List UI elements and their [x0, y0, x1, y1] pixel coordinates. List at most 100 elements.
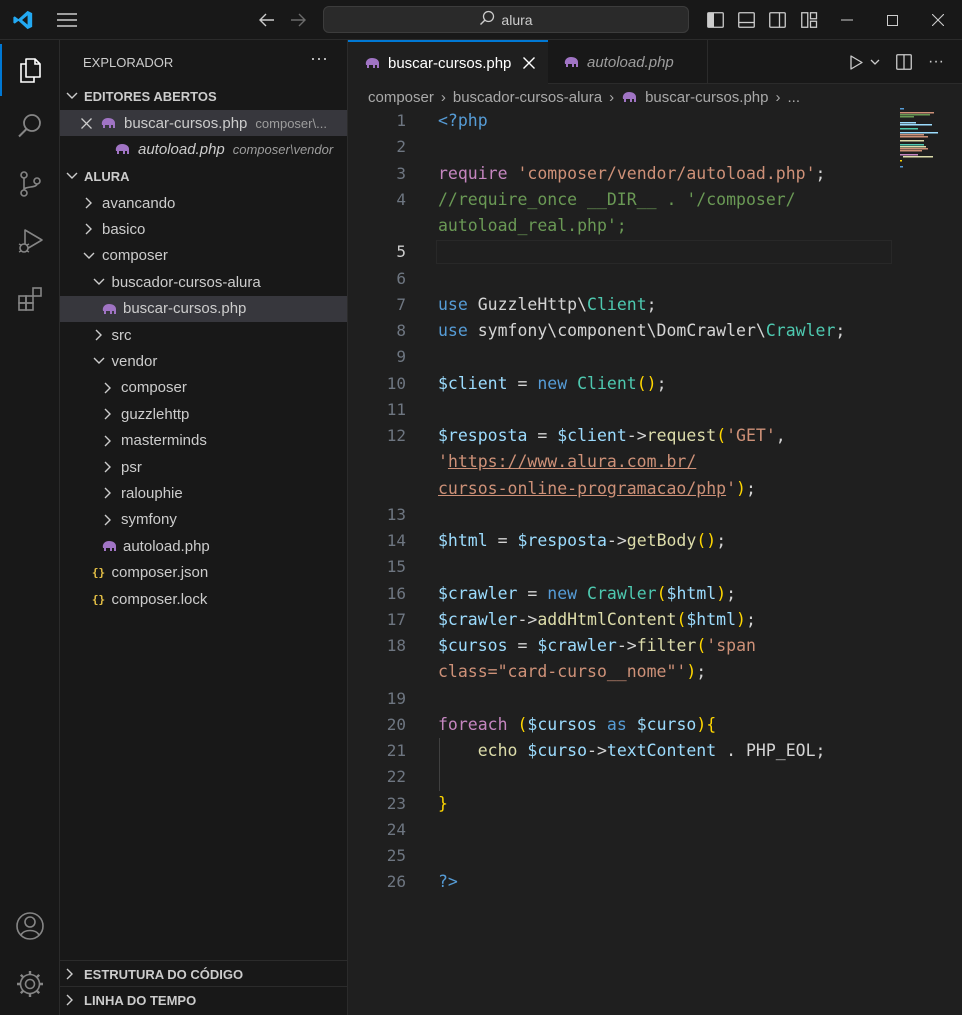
- code-token: =: [507, 636, 538, 655]
- tree-item-label: composer: [121, 379, 187, 397]
- tree-item-masterminds[interactable]: masterminds: [60, 428, 347, 454]
- outline-header: ESTRUTURA DO CÓDIGO: [84, 966, 244, 982]
- code-line: 19: [348, 686, 893, 712]
- close-icon[interactable]: [60, 117, 92, 129]
- customize-layout-icon[interactable]: [799, 0, 819, 40]
- tree-item-ralouphie[interactable]: ralouphie: [60, 480, 347, 506]
- toggle-secondary-sidebar-icon[interactable]: [767, 0, 787, 40]
- code-token: 'composer/vendor/autoload.php': [517, 163, 816, 183]
- toggle-primary-sidebar-icon[interactable]: [705, 0, 725, 40]
- run-debug-icon[interactable]: [0, 216, 60, 266]
- line-number: 18: [386, 636, 406, 655]
- outline-section[interactable]: ESTRUTURA DO CÓDIGO: [60, 960, 348, 987]
- tree-item-composer[interactable]: composer: [60, 375, 347, 401]
- tree-item-guzzlehttp[interactable]: guzzlehttp: [60, 401, 347, 427]
- code-token: echo: [438, 741, 528, 760]
- tree-item-label: composer: [102, 247, 168, 265]
- chevron-right-icon: [101, 435, 115, 447]
- minimize-icon[interactable]: [835, 0, 859, 40]
- chevron-right-icon: [101, 514, 115, 526]
- title-bar: alura: [0, 0, 962, 40]
- tree-item-src[interactable]: src: [60, 322, 347, 348]
- code-text: }: [438, 791, 448, 817]
- forward-arrow-icon[interactable]: [287, 0, 309, 40]
- tree-item-avancando[interactable]: avancando: [60, 190, 347, 216]
- tree-item-composer[interactable]: composer: [60, 243, 347, 269]
- tree-item-label: basico: [102, 220, 146, 238]
- code-token: $crawler: [537, 636, 617, 655]
- current-line-highlight: [436, 240, 892, 265]
- folder-section[interactable]: ALURA: [60, 163, 348, 189]
- code-line: 22: [348, 764, 893, 790]
- explorer-icon[interactable]: [0, 45, 60, 95]
- code-token: GuzzleHttp: [477, 294, 578, 314]
- breadcrumb-item[interactable]: buscar-cursos.php: [645, 89, 768, 106]
- close-window-icon[interactable]: [926, 0, 950, 40]
- tab-autoload[interactable]: autoload.php: [548, 40, 708, 84]
- tree-item-symfony[interactable]: symfony: [60, 507, 347, 533]
- toggle-panel-icon[interactable]: [736, 0, 756, 40]
- open-editors-section[interactable]: EDITORES ABERTOS: [60, 83, 348, 109]
- tree-item-psr[interactable]: psr: [60, 454, 347, 480]
- tree-item-buscador-cursos-alura[interactable]: buscador-cursos-alura: [60, 269, 347, 295]
- tree-item-label: vendor: [111, 352, 158, 370]
- tree-item-basico[interactable]: basico: [60, 216, 347, 242]
- editor-more-icon[interactable]: ···: [926, 40, 946, 84]
- breadcrumb-item[interactable]: composer: [368, 89, 434, 106]
- code-token: \: [577, 294, 588, 314]
- open-editor-item[interactable]: buscar-cursos.php composer\...: [60, 110, 347, 136]
- breadcrumb-item[interactable]: buscador-cursos-alura: [453, 89, 602, 106]
- source-control-icon[interactable]: [0, 159, 60, 209]
- more-actions-icon[interactable]: ···: [310, 48, 328, 69]
- code-token: ;: [656, 373, 667, 393]
- line-number: 1: [396, 111, 406, 130]
- tree-item-autoload-php[interactable]: autoload.php: [60, 533, 347, 559]
- tab-close-icon[interactable]: [523, 57, 536, 69]
- chevron-down-icon: [66, 172, 80, 180]
- vscode-logo-icon[interactable]: [10, 0, 36, 40]
- tree-item-buscar-cursos-php[interactable]: buscar-cursos.php: [60, 295, 347, 322]
- code-token: (: [656, 583, 667, 603]
- code-token: new: [547, 583, 588, 603]
- maximize-icon[interactable]: [880, 0, 904, 40]
- manage-gear-icon[interactable]: [0, 959, 60, 1009]
- search-view-icon[interactable]: [0, 101, 60, 151]
- open-editor-path: composer\vendor: [232, 141, 334, 157]
- code-token: symfony\component\DomCrawler: [477, 321, 756, 340]
- split-editor-icon[interactable]: [893, 40, 915, 84]
- open-editor-path: composer\...: [255, 115, 327, 131]
- tree-item-label: ralouphie: [121, 484, 183, 502]
- back-arrow-icon[interactable]: [256, 0, 278, 40]
- tree-item-label: avancando: [102, 194, 176, 212]
- code-text: foreach ($cursos as $curso){: [438, 712, 716, 738]
- run-dropdown-icon[interactable]: [867, 40, 883, 84]
- code-line: 7 use GuzzleHttp\Client;: [348, 292, 893, 318]
- code-token: ->: [587, 741, 607, 760]
- breadcrumb-item[interactable]: ...: [788, 89, 801, 106]
- code-token: ): [736, 478, 746, 498]
- line-number: 12: [386, 426, 406, 445]
- code-token: ): [736, 609, 746, 629]
- code-line: 24: [348, 817, 893, 843]
- command-center-search[interactable]: alura: [323, 6, 689, 33]
- code-line: 4 //require_once __DIR__ . '/composer/: [348, 187, 893, 213]
- php-elephant-icon: [564, 57, 578, 67]
- line-number: 4: [396, 189, 406, 209]
- tree-item-composer-lock[interactable]: {} composer.lock: [60, 586, 347, 612]
- tree-item-composer-json[interactable]: {} composer.json: [60, 560, 347, 586]
- extensions-icon[interactable]: [0, 274, 60, 324]
- tree-item-vendor[interactable]: vendor: [60, 348, 347, 374]
- chevron-right-icon: [101, 487, 115, 499]
- run-icon[interactable]: [846, 40, 866, 84]
- code-token: ): [686, 662, 697, 682]
- menu-icon[interactable]: [54, 0, 80, 40]
- open-editor-item[interactable]: autoload.php composer\vendor: [60, 136, 347, 162]
- line-number: 21: [386, 741, 406, 760]
- tab-buscar-cursos[interactable]: buscar-cursos.php: [348, 40, 548, 84]
- timeline-section[interactable]: LINHA DO TEMPO: [60, 986, 348, 1013]
- line-number: 20: [386, 714, 406, 734]
- line-number: 24: [386, 819, 406, 839]
- minimap[interactable]: [900, 108, 940, 198]
- accounts-icon[interactable]: [0, 901, 60, 951]
- code-token: ;: [726, 583, 737, 603]
